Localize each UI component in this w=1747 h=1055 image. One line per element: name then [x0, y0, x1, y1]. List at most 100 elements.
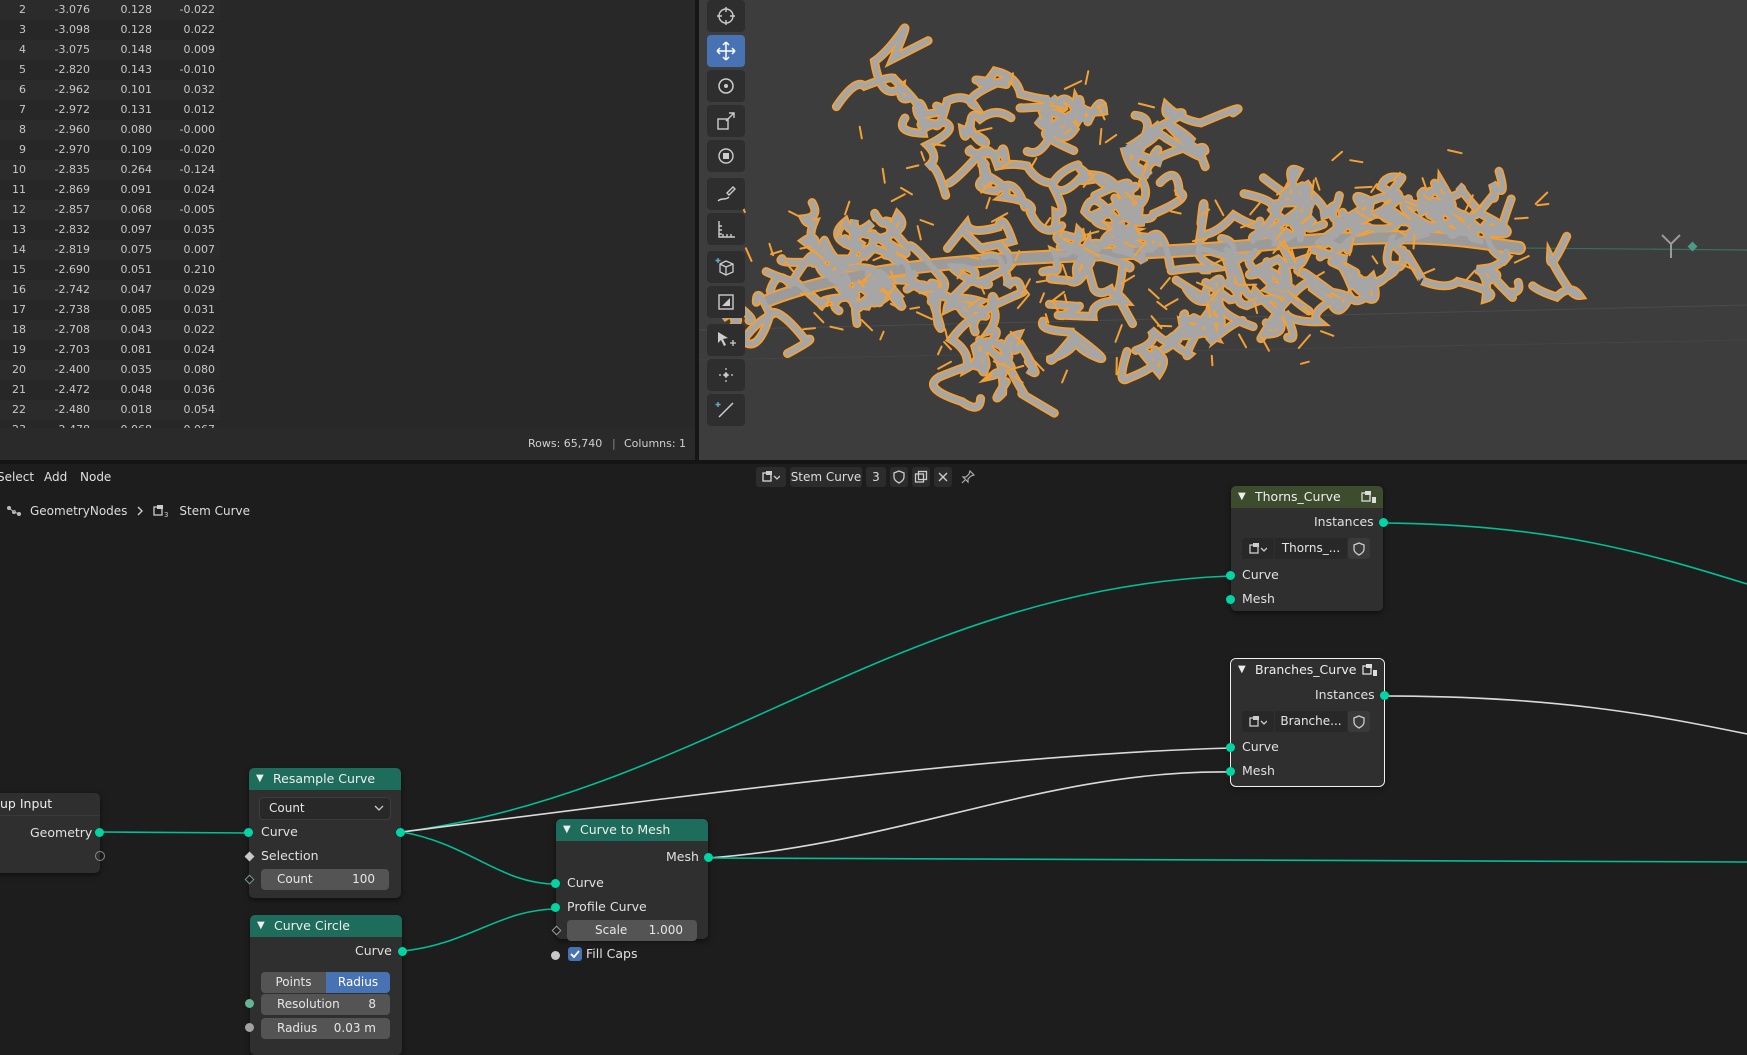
thorn	[944, 328, 949, 342]
thorn	[1114, 324, 1123, 343]
node-header[interactable]: ▼ Resample Curve	[249, 768, 401, 790]
fake-user-shield-icon[interactable]	[890, 467, 908, 487]
object-browse-icon[interactable]	[1242, 538, 1274, 559]
branches-curve-node[interactable]: ▼ Branches_Curve Instances Branche... Cur…	[1226, 658, 1389, 787]
close-icon[interactable]	[934, 467, 952, 487]
curve-input-socket[interactable]	[551, 879, 560, 888]
spreadsheet-row: 20 -2.400 0.035 0.080	[0, 360, 220, 380]
fill-caps-checkbox[interactable]	[568, 947, 582, 961]
curve-to-mesh-node[interactable]: ▼ Curve to Mesh Mesh Curve Profile Curve …	[551, 819, 713, 961]
curve-output-socket[interactable]	[398, 947, 407, 956]
curve-input-socket[interactable]	[1226, 571, 1235, 580]
node-tree-browse-icon[interactable]	[756, 467, 786, 487]
menu-node[interactable]: Node	[80, 470, 111, 484]
thorn	[1061, 369, 1068, 384]
object-browse-icon[interactable]	[1242, 711, 1274, 732]
collapse-chevron-icon[interactable]: ▼	[1238, 486, 1246, 508]
pin-icon[interactable]	[956, 467, 980, 487]
node-header[interactable]: ▼ Curve Circle	[250, 915, 402, 937]
breadcrumb-root[interactable]: GeometryNodes	[30, 504, 127, 518]
menu-select[interactable]: Select	[0, 470, 34, 484]
move-icon[interactable]	[707, 35, 745, 67]
duplicate-icon[interactable]	[912, 467, 930, 487]
fake-user-shield-icon[interactable]	[1348, 538, 1370, 559]
fill-caps-input-socket[interactable]	[551, 951, 560, 960]
scale-icon[interactable]	[707, 105, 745, 137]
thorn	[1137, 102, 1156, 109]
node-tree-name[interactable]: Stem Curve	[790, 467, 862, 487]
curve-input-socket[interactable]	[244, 828, 253, 837]
add-point-icon[interactable]	[707, 359, 745, 391]
thorn	[1534, 191, 1549, 205]
node-editor[interactable]: Select Add Node Stem Curve 3 GeometryNod…	[0, 464, 1747, 1055]
mesh-input-socket[interactable]	[1226, 595, 1235, 604]
mesh-output-socket[interactable]	[704, 853, 713, 862]
user-count[interactable]: 3	[866, 467, 886, 487]
scale-field[interactable]: Scale 1.000	[567, 920, 697, 941]
link-thorns-out	[1383, 522, 1747, 585]
breadcrumb-current[interactable]: Stem Curve	[179, 504, 250, 518]
spreadsheet-row: 10 -2.835 0.264 -0.124	[0, 160, 220, 180]
radius-mode-button[interactable]: Radius	[326, 972, 390, 993]
thorn	[802, 327, 816, 331]
measure-icon[interactable]	[707, 213, 745, 245]
plant-mesh[interactable]	[719, 23, 1588, 418]
mode-dropdown[interactable]: Count	[259, 797, 391, 820]
collapse-chevron-icon[interactable]: ▼	[256, 768, 264, 790]
node-header[interactable]: ▼ Branches_Curve	[1231, 659, 1384, 681]
collapse-chevron-icon[interactable]: ▼	[257, 915, 265, 937]
cell-value: 0.024	[183, 183, 216, 196]
radius-input-socket[interactable]	[245, 1023, 254, 1032]
cell-value: 0.097	[120, 223, 153, 236]
radius-label: Radius	[277, 1021, 318, 1035]
resolution-input-socket[interactable]	[245, 999, 254, 1008]
cursor-icon[interactable]	[707, 0, 745, 32]
instances-output-socket[interactable]	[1380, 691, 1389, 700]
menu-add[interactable]: Add	[44, 470, 67, 484]
fake-user-shield-icon[interactable]	[1348, 711, 1370, 732]
rotate-icon[interactable]	[707, 70, 745, 102]
profile-curve-input-socket[interactable]	[551, 903, 560, 912]
group-input-node[interactable]: up Input Geometry	[0, 793, 105, 873]
curve-input-socket[interactable]	[1226, 743, 1235, 752]
mesh-input-socket[interactable]	[1226, 767, 1235, 776]
object-name-field[interactable]: Thorns_...	[1275, 538, 1347, 559]
thorn	[919, 219, 935, 226]
thorn	[1043, 217, 1052, 227]
thorn	[1314, 177, 1321, 191]
points-mode-button[interactable]: Points	[261, 972, 326, 993]
cell-value: -3.075	[54, 43, 90, 56]
annotate-icon[interactable]	[707, 178, 745, 210]
count-field[interactable]: Count 100	[261, 869, 389, 890]
resample-curve-node[interactable]: ▼ Resample Curve Count Curve Selection Co…	[244, 768, 405, 898]
3d-viewport[interactable]	[699, 0, 1747, 460]
row-index: 12	[12, 203, 26, 216]
collapse-chevron-icon[interactable]: ▼	[1238, 659, 1246, 681]
thorns-curve-node[interactable]: ▼ Thorns_Curve Instances Thorns_... Curve…	[1226, 486, 1388, 611]
cell-value: -2.819	[54, 243, 90, 256]
object-name-field[interactable]: Branche...	[1275, 711, 1347, 732]
row-index: 11	[12, 183, 26, 196]
instances-output-socket[interactable]	[1379, 518, 1388, 527]
thorn	[1039, 292, 1045, 304]
row-index: 16	[12, 283, 26, 296]
curve-circle-node[interactable]: ▼ Curve Circle Curve Points Radius Resolu…	[245, 915, 407, 1055]
transform-icon[interactable]	[707, 140, 745, 172]
cell-value: -2.970	[54, 143, 90, 156]
collapse-chevron-icon[interactable]: ▼	[563, 819, 571, 841]
add-cube-icon[interactable]	[707, 251, 745, 283]
resolution-field[interactable]: Resolution 8	[261, 994, 390, 1015]
radius-field[interactable]: Radius 0.03 m	[261, 1018, 390, 1039]
geometry-output-socket[interactable]	[95, 828, 104, 837]
line-icon[interactable]	[707, 394, 745, 426]
curve-output-socket[interactable]	[396, 828, 405, 837]
draw-face-icon[interactable]	[707, 286, 745, 318]
node-header[interactable]: up Input	[0, 793, 100, 816]
node-tree-icon	[7, 506, 21, 516]
node-header[interactable]: ▼ Curve to Mesh	[556, 819, 708, 841]
empty-output-socket[interactable]	[95, 851, 105, 861]
mesh-input-label: Mesh	[1242, 763, 1275, 778]
node-header[interactable]: ▼ Thorns_Curve	[1231, 486, 1383, 508]
selection-label: Selection	[261, 848, 319, 863]
select-extrude-icon[interactable]	[707, 324, 745, 356]
